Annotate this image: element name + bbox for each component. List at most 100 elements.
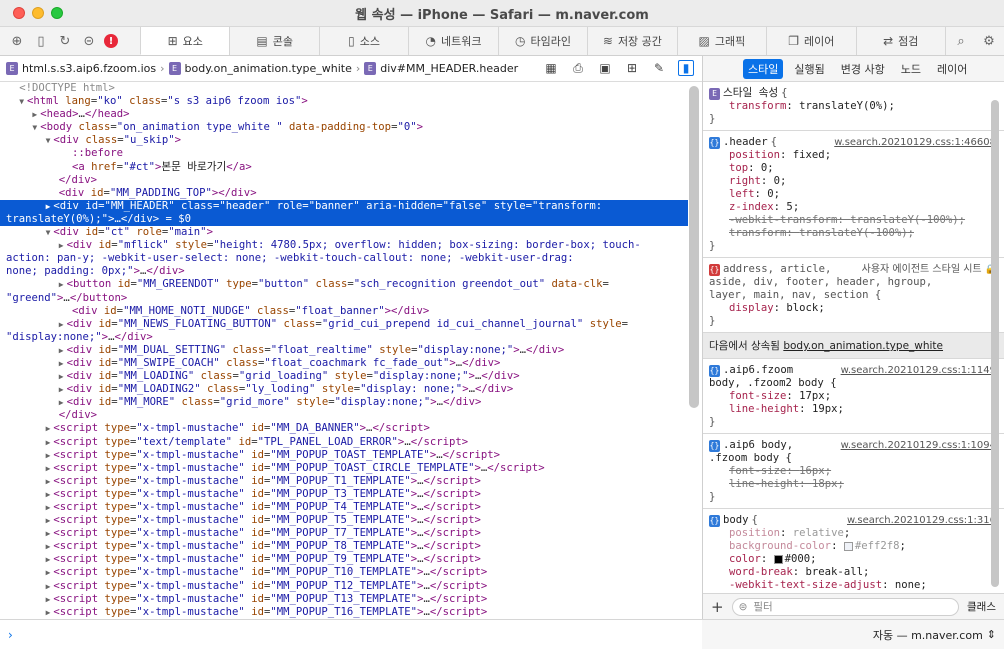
sidebar-tab-3[interactable]: 변경 사항: [836, 59, 890, 79]
disclosure-closed-icon[interactable]: ▶: [46, 424, 51, 433]
dom-node[interactable]: ▶ <div id="MM_DUAL_SETTING" class="float_…: [0, 344, 688, 357]
dom-node[interactable]: ▶ <script type="x-tmpl-mustache" id="MM_P…: [0, 566, 688, 579]
sidebar-tab-4[interactable]: 노드: [896, 59, 926, 79]
tab-9[interactable]: ⇄ 점검: [855, 27, 945, 55]
disclosure-closed-icon[interactable]: ▶: [46, 477, 51, 486]
dom-node[interactable]: ▶ <script type="x-tmpl-mustache" id="MM_P…: [0, 501, 688, 514]
disclosure-open-icon[interactable]: ▼: [32, 123, 37, 132]
dom-node[interactable]: ▶ <div id="MM_LOADING" class="grid_loadin…: [0, 370, 688, 383]
device-icon[interactable]: ▯: [32, 32, 50, 50]
disclosure-closed-icon[interactable]: ▶: [59, 346, 64, 355]
dom-node[interactable]: ▶ <script type="x-tmpl-mustache" id="MM_P…: [0, 514, 688, 527]
dom-node[interactable]: ▶ <div id="MM_LOADING2" class="ly_loding"…: [0, 383, 688, 396]
style-property[interactable]: z-index: 5;: [709, 201, 998, 214]
classes-button[interactable]: 클래스: [967, 599, 996, 614]
tab-6[interactable]: ≋ 저장 공간: [587, 27, 676, 55]
dom-node[interactable]: ▶ <div id="MM_MORE" class="grid_more" sty…: [0, 396, 688, 409]
style-property[interactable]: position: relative;: [709, 527, 998, 540]
dom-node[interactable]: ▶ <script type="x-tmpl-mustache" id="MM_P…: [0, 540, 688, 553]
disclosure-closed-icon[interactable]: ▶: [46, 516, 51, 525]
disclosure-open-icon[interactable]: ▼: [19, 97, 24, 106]
dom-node[interactable]: ▶ <script type="x-tmpl-mustache" id="MM_P…: [0, 527, 688, 540]
disclosure-closed-icon[interactable]: ▶: [46, 595, 51, 604]
dom-node[interactable]: "display:none;">…</div>: [0, 331, 688, 344]
execution-context[interactable]: 자동 — m.naver.com ⇕: [702, 619, 1004, 649]
breadcrumb-item-html[interactable]: Ehtml.s.s3.aip6.fzoom.ios: [6, 62, 156, 75]
breadcrumb-item-body[interactable]: Ebody.on_animation.type_white: [168, 62, 352, 75]
dom-node[interactable]: ▼ <body class="on_animation type_white " …: [0, 121, 688, 134]
disclosure-closed-icon[interactable]: ▶: [32, 110, 37, 119]
dom-node[interactable]: ▶ <script type="x-tmpl-mustache" id="MM_P…: [0, 462, 688, 475]
disclosure-closed-icon[interactable]: ▶: [59, 359, 64, 368]
zoom-window-button[interactable]: [51, 7, 63, 19]
close-window-button[interactable]: [13, 7, 25, 19]
tab-4[interactable]: ◔ 네트워크: [408, 27, 497, 55]
disclosure-closed-icon[interactable]: ▶: [46, 503, 51, 512]
dom-node-selected[interactable]: ▶ <div id="MM_HEADER" class="header" role…: [0, 199, 688, 213]
disclosure-closed-icon[interactable]: ▶: [46, 202, 51, 211]
dom-node[interactable]: "greend">…</button>: [0, 292, 688, 305]
disclosure-closed-icon[interactable]: ▶: [46, 555, 51, 564]
dom-node[interactable]: <div id="MM_PADDING_TOP"></div>: [0, 187, 688, 200]
dom-node[interactable]: ▼ <div id="ct" role="main">: [0, 226, 688, 239]
dom-node[interactable]: action: pan-y; -webkit-user-select: none…: [0, 252, 688, 265]
gear-icon[interactable]: ⚙: [980, 32, 998, 50]
disclosure-closed-icon[interactable]: ▶: [59, 385, 64, 394]
dom-node[interactable]: ▶ <div id="MM_NEWS_FLOATING_BUTTON" class…: [0, 318, 688, 331]
style-property[interactable]: transform: translateY(0%);: [709, 100, 998, 113]
sidebar-scrollbar[interactable]: [991, 100, 999, 587]
dom-node[interactable]: ▼ <html lang="ko" class="s s3 aip6 fzoom …: [0, 95, 688, 108]
disclosure-closed-icon[interactable]: ▶: [46, 451, 51, 460]
disclosure-closed-icon[interactable]: ▶: [46, 568, 51, 577]
download-icon[interactable]: ⊝: [80, 32, 98, 50]
disclosure-closed-icon[interactable]: ▶: [59, 320, 64, 329]
breadcrumb-item-header[interactable]: Ediv#MM_HEADER.header: [364, 62, 518, 75]
paint-brush-icon[interactable]: ✎: [651, 60, 667, 76]
disclosure-closed-icon[interactable]: ▶: [59, 372, 64, 381]
dom-node[interactable]: <div id="MM_HOME_NOTI_NUDGE" class="floa…: [0, 305, 688, 318]
rule-selector[interactable]: 스타일 속성: [723, 87, 778, 100]
tab-7[interactable]: ▨ 그래픽: [676, 27, 766, 55]
tab-8[interactable]: ❐ 레이어: [766, 27, 855, 55]
rule-selector[interactable]: .aip6.fzoom: [723, 364, 793, 377]
dom-node[interactable]: ▶ <div id="mflick" style="height: 4780.5p…: [0, 239, 688, 252]
color-swatch[interactable]: [843, 541, 853, 551]
rule-selector[interactable]: .aip6 body,: [723, 439, 793, 452]
dom-node[interactable]: ▶ <script type="x-tmpl-mustache" id="MM_D…: [0, 422, 688, 435]
dom-node[interactable]: <a href="#ct">본문 바로가기</a>: [0, 161, 688, 174]
style-property[interactable]: position: fixed;: [709, 149, 998, 162]
style-property-overridden[interactable]: line-height: 18px;: [709, 478, 998, 491]
style-property-overridden[interactable]: transform: translateY(-100%);: [709, 227, 998, 240]
dom-node[interactable]: </div>: [0, 409, 688, 422]
style-property[interactable]: font-size: 17px;: [709, 390, 998, 403]
sidebar-toggle-icon[interactable]: ▮: [678, 60, 694, 76]
dom-node[interactable]: ▶ <script type="text/template" id="TPL_PA…: [0, 436, 688, 449]
rule-source-link[interactable]: w.search.20210129.css:1:1149: [841, 364, 996, 377]
filter-input[interactable]: ⊜ 필터: [731, 597, 960, 616]
dom-node[interactable]: ▶ <script type="x-tmpl-mustache" id="MM_P…: [0, 553, 688, 566]
disclosure-closed-icon[interactable]: ▶: [46, 529, 51, 538]
dom-node-selected[interactable]: translateY(0%);">…</div> = $0: [0, 212, 688, 227]
dom-node[interactable]: ▶ <button id="MM_GREENDOT" type="button" …: [0, 278, 688, 291]
disclosure-open-icon[interactable]: ▼: [46, 228, 51, 237]
dom-node[interactable]: ▶ <div id="MM_SWIPE_COACH" class="float_c…: [0, 357, 688, 370]
dom-node[interactable]: ::before: [0, 147, 688, 160]
inherited-target-link[interactable]: body.on_animation.type_white: [783, 340, 943, 352]
style-property-overridden[interactable]: -webkit-transform: translateY(-100%);: [709, 214, 998, 227]
reload-icon[interactable]: ↻: [56, 32, 74, 50]
layout-icon[interactable]: ⊞: [624, 60, 640, 76]
style-property[interactable]: left: 0;: [709, 188, 998, 201]
sidebar-tab-1[interactable]: 스타일: [743, 58, 784, 79]
tab-2[interactable]: ▤ 콘솔: [229, 27, 318, 55]
dom-node[interactable]: ▶ <script type="x-tmpl-mustache" id="MM_P…: [0, 475, 688, 488]
sidebar-tab-2[interactable]: 실행됨: [789, 59, 829, 79]
rule-source-link[interactable]: w.search.20210129.css:1:316: [847, 514, 996, 527]
disclosure-closed-icon[interactable]: ▶: [46, 490, 51, 499]
compositing-icon[interactable]: ▣: [597, 60, 613, 76]
rule-selector[interactable]: .header: [723, 136, 768, 149]
rule-source-link[interactable]: w.search.20210129.css:1:46608: [834, 136, 996, 149]
dom-tree[interactable]: <!DOCTYPE html> ▼ <html lang="ko" class="s…: [0, 82, 688, 619]
search-icon[interactable]: ⌕: [952, 32, 970, 50]
dom-node[interactable]: none; padding: 0px;">…</div>: [0, 265, 688, 278]
style-property[interactable]: top: 0;: [709, 162, 998, 175]
